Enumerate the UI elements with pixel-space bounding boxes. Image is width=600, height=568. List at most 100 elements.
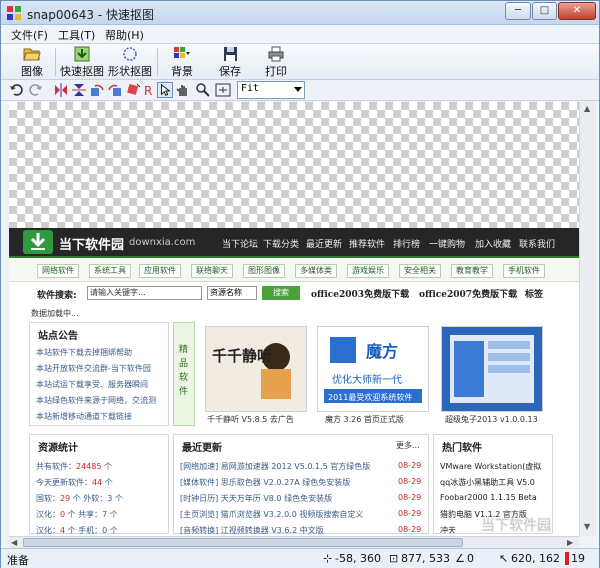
site-header: 当下软件园 downxia.com 当下论坛 下载分类 最近更新 推荐软件 排行… — [9, 228, 579, 258]
zoom-select[interactable]: Fit — [237, 81, 305, 99]
site-category: 安全相关 — [399, 264, 441, 278]
site-category-bar: 网络软件 系统工具 应用软件 联络聊天 图形图像 多媒体类 游戏娱乐 安全相关 … — [9, 260, 579, 282]
toolbar-separator — [157, 48, 158, 76]
scroll-left-icon[interactable]: ◀ — [11, 538, 17, 548]
site-nav-item: 一键购物 — [429, 240, 466, 250]
shape-cut-button[interactable]: 形状抠图 — [107, 46, 153, 78]
menu-file[interactable]: 文件(F) — [11, 27, 48, 43]
flip-horizontal-icon[interactable] — [53, 82, 69, 98]
selection-size-icon: ⊡ — [389, 552, 399, 565]
site-category: 多媒体类 — [295, 264, 337, 278]
site-nav-item: 最近更新 — [306, 240, 343, 250]
site-nav-item: 推荐软件 — [349, 240, 386, 250]
site-category: 手机软件 — [503, 264, 545, 278]
site-nav-item: 下载分类 — [263, 240, 300, 250]
app-icon — [7, 6, 21, 20]
status-zero: 0 — [467, 552, 474, 565]
captured-webpage-image: 当下软件园 downxia.com 当下论坛 下载分类 最近更新 推荐软件 排行… — [9, 228, 579, 536]
floppy-disk-icon — [224, 47, 237, 61]
status-bar: 准备 ⊹ -58, 360 ⊡ 877, 533 ∠ 0 ↖ 620, 162 … — [1, 548, 599, 568]
toolbar-separator — [55, 48, 56, 76]
undo-icon[interactable] — [9, 82, 25, 98]
quick-cut-button[interactable]: 快速抠图 — [59, 46, 105, 78]
site-category: 教育教学 — [451, 264, 493, 278]
status-size: 877, 533 — [401, 552, 450, 565]
site-recent-box: 最近更新 更多... [网络加速] 易网游加速器 2012 V5.0.1.5 官… — [173, 434, 429, 535]
horizontal-scroll-thumb[interactable] — [23, 538, 463, 547]
status-cursor: 620, 162 — [511, 552, 560, 565]
site-category: 图形图像 — [243, 264, 285, 278]
site-category: 游戏娱乐 — [347, 264, 389, 278]
site-search-row: 软件搜索: 请输入关键字... 资源名称 搜索 office2003免费版下载 … — [37, 286, 544, 301]
maximize-button[interactable]: □ — [532, 2, 557, 20]
zoom-icon[interactable] — [195, 82, 211, 98]
status-ready: 准备 — [7, 554, 29, 567]
svg-text:R: R — [144, 84, 152, 98]
vertical-scrollbar[interactable]: ▲ ▼ — [579, 102, 596, 536]
rotate-right-icon[interactable] — [107, 82, 123, 98]
menu-bar: 文件(F) 工具(T) 帮助(H) — [1, 25, 599, 44]
scroll-up-icon[interactable]: ▲ — [584, 104, 590, 114]
site-nav-item: 加入收藏 — [475, 240, 512, 250]
site-category: 网络软件 — [37, 264, 79, 278]
site-notice-box: 站点公告 本站软件下载去掉捆绑帮助 本站开放软件交流群-当下软件园 本站试运下载… — [29, 322, 169, 426]
tools-toolbar: R Fit — [1, 80, 599, 101]
site-category: 系统工具 — [89, 264, 131, 278]
site-search-button: 搜索 — [262, 286, 300, 300]
site-search-select: 资源名称 — [207, 286, 257, 300]
site-search-input: 请输入关键字... — [87, 286, 202, 300]
image-button[interactable]: 图像 — [15, 46, 49, 78]
rotate-left-icon[interactable] — [89, 82, 105, 98]
site-fine-label: 精品软件 — [173, 322, 195, 426]
minimize-button[interactable]: ─ — [505, 2, 531, 20]
recolor-icon[interactable]: R — [141, 82, 157, 98]
app-window: snap00643 - 快速抠图 ─ □ ✕ 文件(F) 工具(T) 帮助(H)… — [0, 0, 600, 568]
svg-text:魔方: 魔方 — [366, 342, 398, 361]
menu-help[interactable]: 帮助(H) — [105, 27, 144, 43]
background-button[interactable]: 背景 — [165, 46, 199, 78]
close-button[interactable]: ✕ — [558, 2, 596, 20]
status-extra: 19 — [571, 552, 585, 565]
site-thumbnail: 千千静听 — [205, 326, 307, 412]
svg-text:优化大师新一代: 优化大师新一代 — [332, 373, 402, 386]
site-thumbnail — [441, 326, 543, 412]
site-nav-item: 联系我们 — [519, 240, 556, 250]
main-toolbar: 图像 快速抠图 形状抠图 背景 保存 打印 — [1, 44, 599, 80]
hand-pan-icon[interactable] — [175, 82, 191, 98]
pointer-tool-icon[interactable] — [157, 82, 173, 98]
site-logo-text: 当下软件园 — [59, 238, 125, 253]
angle-icon: ∠ — [455, 552, 465, 565]
watermark-text: 当下软件园 — [481, 518, 551, 534]
site-thumbnail: 魔方优化大师新一代 2011最受欢迎系统软件 — [317, 326, 429, 412]
printer-icon — [268, 46, 284, 62]
title-bar[interactable]: snap00643 - 快速抠图 ─ □ ✕ — [1, 1, 599, 25]
redo-icon[interactable] — [27, 82, 43, 98]
site-category: 应用软件 — [139, 264, 181, 278]
site-domain: downxia.com — [129, 237, 196, 248]
fit-to-window-icon[interactable] — [215, 82, 231, 98]
save-button[interactable]: 保存 — [213, 46, 247, 78]
menu-tools[interactable]: 工具(T) — [58, 27, 95, 43]
chevron-down-icon — [294, 87, 302, 92]
scroll-right-icon[interactable]: ▶ — [567, 538, 573, 548]
svg-text:2011最受欢迎系统软件: 2011最受欢迎系统软件 — [328, 392, 412, 402]
crosshair-icon: ⊹ — [323, 552, 333, 565]
cursor-icon: ↖ — [499, 552, 509, 565]
quick-cut-icon — [74, 46, 90, 62]
print-button[interactable]: 打印 — [259, 46, 293, 78]
horizontal-scrollbar[interactable]: ◀ ▶ — [9, 536, 579, 548]
site-category: 联络聊天 — [191, 264, 233, 278]
site-nav-item: 当下论坛 — [222, 240, 259, 250]
shape-cut-icon — [123, 47, 137, 61]
color-indicator — [565, 552, 569, 565]
site-loading-text: 数据加载中... — [31, 309, 79, 318]
rotate-icon[interactable] — [125, 82, 141, 98]
scroll-down-icon[interactable]: ▼ — [584, 522, 590, 532]
site-stats-box: 资源统计 共有软件：24485 个 今天更新软件：44 个 国软：29 个 外软… — [29, 434, 169, 535]
status-position: -58, 360 — [335, 552, 381, 565]
window-title: snap00643 - 快速抠图 — [27, 8, 154, 22]
site-logo-icon — [23, 230, 53, 254]
flip-vertical-icon[interactable] — [71, 82, 87, 98]
svg-text:千千静听: 千千静听 — [212, 347, 272, 365]
image-canvas[interactable]: 当下软件园 downxia.com 当下论坛 下载分类 最近更新 推荐软件 排行… — [9, 102, 579, 536]
